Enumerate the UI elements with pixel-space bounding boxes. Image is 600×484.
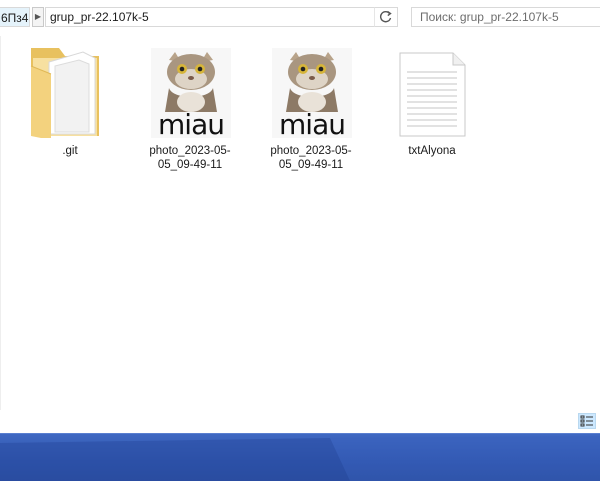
file-name: photo_2023-05-05_09-49-11 xyxy=(149,145,231,171)
file-item-txtalyona[interactable]: txtAlyona xyxy=(377,36,487,166)
address-bar: 6Пз4 ▶ grup_pr-22.107k-5 ⌄ xyxy=(0,0,600,36)
search-input[interactable] xyxy=(420,9,580,25)
cat-photo-thumbnail: miau xyxy=(256,36,366,138)
address-path: grup_pr-22.107k-5 xyxy=(50,10,149,24)
file-explorer-window: 6Пз4 ▶ grup_pr-22.107k-5 ⌄ xyxy=(0,0,600,433)
file-item-git-folder[interactable]: .git xyxy=(15,36,125,166)
thumbnail-caption: miau xyxy=(279,108,346,139)
breadcrumb-parent[interactable]: 6Пз4 xyxy=(0,7,30,27)
status-bar xyxy=(0,410,600,433)
taskbar-background xyxy=(0,436,600,481)
text-file-icon xyxy=(399,52,466,137)
file-name: .git xyxy=(62,145,78,157)
details-view-icon xyxy=(580,415,593,427)
cat-photo-thumbnail: miau xyxy=(135,36,245,138)
refresh-button[interactable] xyxy=(374,7,398,27)
folder-icon xyxy=(30,48,99,138)
taskbar xyxy=(0,433,600,481)
file-item-photo-2[interactable]: miau photo_2023-05-05_09-49-11 xyxy=(256,36,366,171)
file-list: .git miau photo_2023-05-05_09-49-11 miau… xyxy=(0,36,600,410)
chevron-right-icon[interactable]: ▶ xyxy=(32,7,44,27)
details-view-button[interactable] xyxy=(578,413,596,429)
file-name: photo_2023-05-05_09-49-11 xyxy=(270,145,352,171)
file-name: txtAlyona xyxy=(408,145,456,157)
address-field[interactable]: grup_pr-22.107k-5 ⌄ xyxy=(45,7,398,27)
search-box[interactable] xyxy=(411,7,600,27)
thumbnail-caption: miau xyxy=(158,108,225,139)
file-item-photo-1[interactable]: miau photo_2023-05-05_09-49-11 xyxy=(135,36,245,171)
refresh-icon xyxy=(379,10,392,23)
